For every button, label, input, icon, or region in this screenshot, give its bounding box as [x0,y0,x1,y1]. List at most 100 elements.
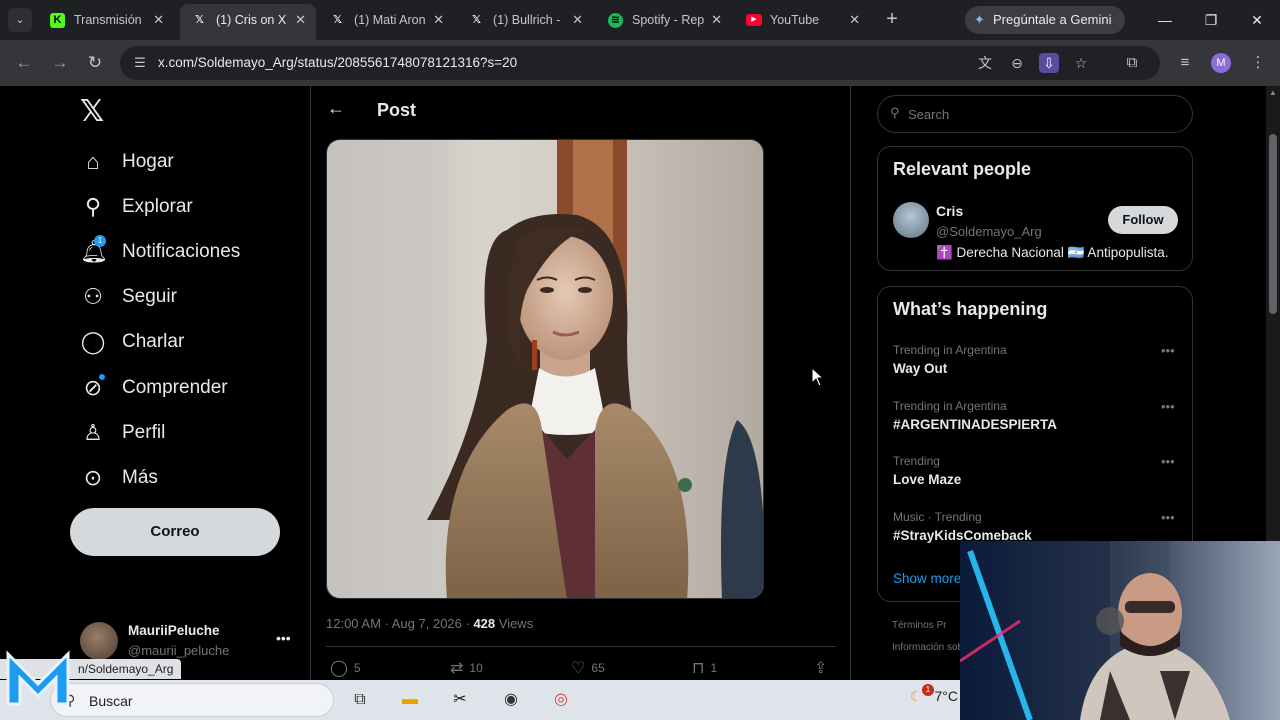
bookmark-button[interactable]: ⊓ 1 [692,658,717,678]
repost-button[interactable]: ⇄ 10 [450,658,483,678]
site-info-icon[interactable]: ☰ [130,53,150,73]
reply-button[interactable]: ◯ 5 [330,658,361,678]
tab-spotify[interactable]: ≋ Spotify - Rep ✕ [596,6,732,34]
more-dots-icon[interactable]: ••• [1161,510,1175,525]
show-more-link[interactable]: Show more [893,571,961,586]
like-count: 65 [591,661,605,675]
nav-item-chat[interactable]: ◯ Charlar [80,322,185,362]
profile-avatar[interactable]: M [1211,53,1231,73]
more-icon: ⊙ [83,465,103,490]
tab-cris-on-x[interactable]: 𝕏 (1) Cris on X ✕ [180,4,316,40]
reload-icon[interactable]: ↻ [83,51,107,75]
taskbar-search-text: Buscar [89,693,133,709]
nav-label: Seguir [122,286,177,307]
more-dots-icon[interactable]: ••• [1161,343,1175,358]
capcut-icon[interactable]: ✂ [446,686,474,714]
x-icon: 𝕏 [472,14,481,26]
bookmark-star-icon[interactable]: ☆ [1071,53,1091,73]
bookmark-icon: ⊓ [692,660,705,677]
tab-strip: ⌄ K Transmisión ✕ 𝕏 (1) Cris on X ✕ 𝕏 (1… [0,0,1280,40]
streamer-logo-icon [6,650,70,706]
taskbar-search[interactable]: ⚲ Buscar [50,683,334,717]
profile-icon: ♙ [83,420,103,445]
person-name[interactable]: Cris [936,203,963,219]
share-icon: ⇪ [814,660,828,677]
nav-item-profile[interactable]: ♙ Perfil [80,413,165,453]
search-input[interactable]: ⚲ Search [877,95,1193,133]
reply-icon: ◯ [330,660,348,677]
obs-icon[interactable]: ◉ [497,686,525,714]
gemini-label: Pregúntale a Gemini [993,12,1112,27]
trend-context: Music · Trending [893,510,982,524]
nav-item-notifications[interactable]: 🔔︎ 1 Notificaciones [80,232,240,272]
nav-label: Hogar [122,151,174,172]
like-button[interactable]: ♡ 65 [571,658,605,678]
bell-icon: 🔔︎ 1 [80,235,108,264]
tab-mati-aron[interactable]: 𝕏 (1) Mati Aron ✕ [318,6,454,34]
close-icon[interactable]: ✕ [849,6,860,34]
gemini-sparkle-icon: ✦ [974,12,985,27]
translate-icon[interactable]: 文 [975,53,995,73]
tab-bullrich[interactable]: 𝕏 (1) Bullrich - ✕ [457,6,593,34]
chrome-icon[interactable]: ◎ [547,686,575,714]
post-button[interactable]: Correo [70,508,280,556]
back-icon[interactable]: ← [12,51,36,75]
card-title: Relevant people [893,159,1032,179]
follow-button[interactable]: Follow [1108,206,1178,234]
weather-moon-icon: ☾ [910,688,923,704]
nav-label: Notificaciones [122,241,241,262]
trend-item[interactable]: Trending in Argentina Way Out ••• [893,343,1183,387]
close-icon[interactable]: ✕ [295,4,306,36]
media-control-icon[interactable]: ≡ [1174,52,1196,74]
minimize-icon[interactable]: — [1151,8,1179,32]
post-timestamp[interactable]: 12:00 AM · Aug 7, 2026 · [326,616,473,631]
tab-kick[interactable]: K Transmisión ✕ [38,6,174,34]
nav-item-grok[interactable]: ⊘ Comprender [80,368,228,408]
close-icon[interactable]: ✕ [153,6,164,34]
account-handle: @maurii_peluche [128,643,230,658]
footer-links[interactable]: Información sob [892,642,963,653]
nav-item-follow[interactable]: ⚇ Seguir [80,277,177,317]
url-text[interactable]: x.com/Soldemayo_Arg/status/2085561748078… [158,46,517,80]
window-close-icon[interactable]: ✕ [1243,8,1271,32]
forward-icon[interactable]: → [48,51,72,75]
gemini-button[interactable]: ✦ Pregúntale a Gemini [965,6,1125,34]
close-icon[interactable]: ✕ [572,6,583,34]
back-arrow-icon[interactable]: ← [327,98,345,119]
footer-links[interactable]: Términos Pr [892,620,946,631]
avatar[interactable] [893,202,929,238]
tab-search-chevron-icon[interactable]: ⌄ [8,8,32,32]
post-photo[interactable] [326,139,764,599]
scroll-up-icon[interactable]: ▲ [1266,88,1280,100]
chrome-menu-icon[interactable]: ⋮ [1247,52,1269,74]
person-handle[interactable]: @Soldemayo_Arg [936,224,1042,239]
scroll-thumb[interactable] [1269,134,1277,314]
weather-widget[interactable]: ☾ 1 7°C [910,684,958,705]
more-dots-icon[interactable]: ••• [1161,454,1175,469]
tab-youtube[interactable]: ▶ YouTube ✕ [734,6,870,34]
nav-item-explore[interactable]: ⚲ Explorar [80,187,193,227]
restore-icon[interactable]: ❐ [1197,8,1225,32]
close-icon[interactable]: ✕ [711,6,722,34]
close-icon[interactable]: ✕ [433,6,444,34]
extensions-icon[interactable]: ⧉ [1121,52,1143,74]
zoom-icon[interactable]: ⊖ [1007,53,1027,73]
file-explorer-icon[interactable]: ▬ [396,686,424,714]
task-view-icon[interactable]: ⧉ [346,686,374,714]
more-dots-icon[interactable]: ••• [276,630,291,646]
nav-item-home[interactable]: ⌂ Hogar [80,142,174,182]
tab-label: (1) Bullrich - [493,13,561,27]
trend-item[interactable]: Trending Love Maze ••• [893,454,1183,498]
more-dots-icon[interactable]: ••• [1161,399,1175,414]
photo-woman-portrait [327,140,763,598]
install-app-icon[interactable]: ⇩ [1039,53,1059,73]
x-logo-icon[interactable]: 𝕏 [80,97,108,127]
account-switcher[interactable]: MauriiPeluche @maurii_peluche ••• [80,620,300,664]
share-button[interactable]: ⇪ [814,658,833,678]
trend-context: Trending in Argentina [893,399,1007,413]
nav-label: Comprender [122,377,228,398]
trend-item[interactable]: Trending in Argentina #ARGENTINADESPIERT… [893,399,1183,443]
new-tab-plus-icon[interactable]: + [880,8,904,32]
address-bar[interactable]: ☰ x.com/Soldemayo_Arg/status/20855617480… [120,46,1160,80]
nav-item-more[interactable]: ⊙ Más [80,458,158,498]
